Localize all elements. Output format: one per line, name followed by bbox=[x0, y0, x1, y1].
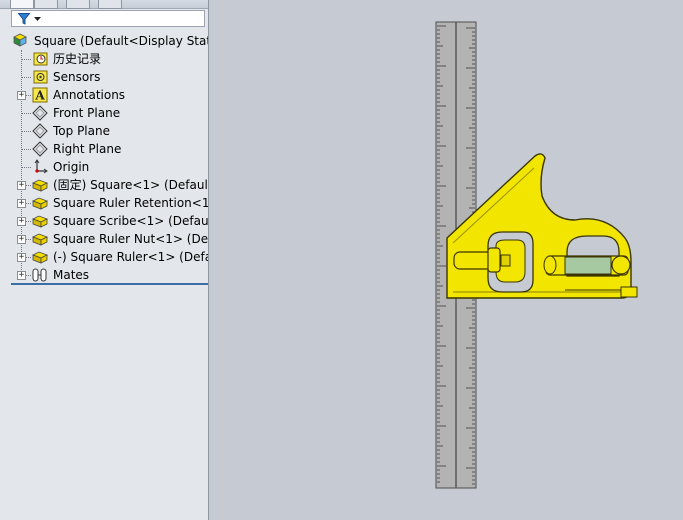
expand-plus-icon[interactable]: + bbox=[17, 91, 26, 100]
tree-guide-branch bbox=[22, 59, 31, 60]
rollback-bar[interactable] bbox=[11, 283, 208, 285]
expand-plus-icon[interactable]: + bbox=[17, 235, 26, 244]
graphics-area[interactable] bbox=[209, 0, 683, 520]
tree-item-label: Mates bbox=[53, 268, 90, 282]
tree-guide-branch bbox=[22, 149, 31, 150]
tree-item-annotations[interactable]: + A Annotations bbox=[0, 86, 208, 104]
tree-item-label: Origin bbox=[53, 160, 90, 174]
mates-icon bbox=[31, 267, 49, 283]
tree-item-sensors[interactable]: Sensors bbox=[0, 68, 208, 86]
svg-text:A: A bbox=[34, 89, 45, 103]
sensors-icon bbox=[31, 69, 49, 85]
tree-item-label: Annotations bbox=[53, 88, 126, 102]
tree-item-top-plane[interactable]: Top Plane bbox=[0, 122, 208, 140]
tree-item-part-square-scribe[interactable]: + Square Scribe<1> (Defaul bbox=[0, 212, 208, 230]
tree-item-label: (固定) Square<1> (Default bbox=[53, 178, 209, 192]
expand-plus-icon[interactable]: + bbox=[17, 181, 26, 190]
tree-guide-branch bbox=[22, 113, 31, 114]
tree-item-label: Right Plane bbox=[53, 142, 122, 156]
tree-filter-input[interactable] bbox=[11, 10, 205, 27]
expand-plus-icon[interactable]: + bbox=[17, 199, 26, 208]
tree-root-node[interactable]: Square (Default<Display Stat bbox=[0, 32, 208, 50]
panel-tab-strip bbox=[0, 0, 208, 9]
part-icon bbox=[31, 195, 49, 211]
feature-manager-panel: Square (Default<Display Stat 历史记录 Sensor… bbox=[0, 0, 209, 520]
chevron-down-icon[interactable] bbox=[34, 17, 41, 21]
expand-plus-icon[interactable]: + bbox=[17, 253, 26, 262]
tab-feature-tree[interactable] bbox=[10, 0, 34, 9]
tree-item-part-ruler-retention[interactable]: + Square Ruler Retention<1: bbox=[0, 194, 208, 212]
tree-guide-branch bbox=[22, 131, 31, 132]
tree-item-front-plane[interactable]: Front Plane bbox=[0, 104, 208, 122]
expand-plus-icon[interactable]: + bbox=[17, 271, 26, 280]
tab-display-manager[interactable] bbox=[98, 0, 122, 9]
tree-item-label: 历史记录 bbox=[53, 52, 102, 66]
tree-item-label: (-) Square Ruler<1> (Defa bbox=[53, 250, 209, 264]
level-vial[interactable] bbox=[543, 255, 631, 276]
part-icon bbox=[31, 231, 49, 247]
combination-square-model[interactable] bbox=[209, 0, 683, 520]
history-icon bbox=[31, 51, 49, 67]
tree-item-origin[interactable]: Origin bbox=[0, 158, 208, 176]
tree-guide-branch bbox=[22, 77, 31, 78]
tree-item-label: Square Ruler Retention<1: bbox=[53, 196, 209, 210]
tree-item-label: Square Ruler Nut<1> (Def bbox=[53, 232, 209, 246]
tree-item-label: Square Scribe<1> (Defaul bbox=[53, 214, 209, 228]
tree-guide-branch bbox=[22, 167, 31, 168]
tree-item-part-square[interactable]: + (固定) Square<1> (Default bbox=[0, 176, 208, 194]
tab-property-manager[interactable] bbox=[34, 0, 58, 9]
tree-item-label: Front Plane bbox=[53, 106, 121, 120]
tree-item-right-plane[interactable]: Right Plane bbox=[0, 140, 208, 158]
funnel-icon bbox=[18, 13, 30, 25]
plane-icon bbox=[31, 105, 49, 121]
expand-plus-icon[interactable]: + bbox=[17, 217, 26, 226]
part-icon bbox=[31, 177, 49, 193]
part-icon bbox=[31, 213, 49, 229]
assembly-icon bbox=[12, 32, 30, 48]
origin-icon bbox=[31, 159, 49, 175]
tree-item-label: Top Plane bbox=[53, 124, 110, 138]
tree-item-label: Sensors bbox=[53, 70, 101, 84]
tree-item-part-ruler-nut[interactable]: + Square Ruler Nut<1> (Def bbox=[0, 230, 208, 248]
tab-configuration-manager[interactable] bbox=[66, 0, 90, 9]
part-icon bbox=[31, 249, 49, 265]
tree-item-mates[interactable]: + Mates bbox=[0, 266, 208, 284]
tree-item-part-square-ruler[interactable]: + (-) Square Ruler<1> (Defa bbox=[0, 248, 208, 266]
annotations-icon: A bbox=[31, 87, 49, 103]
plane-icon bbox=[31, 141, 49, 157]
plane-icon bbox=[31, 123, 49, 139]
tree-item-history[interactable]: 历史记录 bbox=[0, 50, 208, 68]
tree-root-label: Square (Default<Display Stat bbox=[34, 34, 209, 48]
